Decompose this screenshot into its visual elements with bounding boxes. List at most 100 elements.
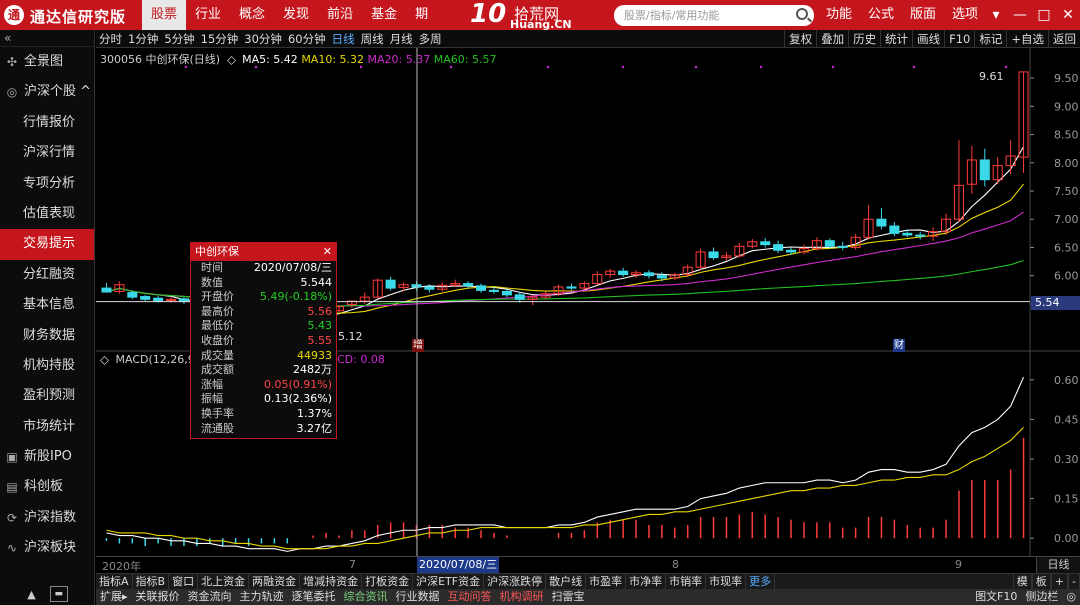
sidebar-item-13[interactable]: ▣ 新股IPO: [0, 442, 94, 472]
right-menu-item-0[interactable]: 功能: [818, 0, 860, 30]
period-label[interactable]: 日线: [1036, 557, 1080, 573]
menu-item-6[interactable]: 期: [406, 0, 437, 30]
chart-tool-7[interactable]: +自选: [1006, 30, 1048, 48]
period-tab-3[interactable]: 15分钟: [198, 30, 242, 48]
event-marker-increase[interactable]: 增: [412, 339, 424, 352]
event-marker-finance[interactable]: 财: [893, 339, 905, 352]
close-window-icon[interactable]: ✕: [1056, 0, 1080, 30]
indicator-right-0[interactable]: 模: [1012, 574, 1032, 589]
sidebar-item-7[interactable]: 分红融资: [0, 260, 94, 290]
period-tab-2[interactable]: 5分钟: [161, 30, 197, 48]
sidebar-item-15[interactable]: ⟳ 沪深指数: [0, 503, 94, 533]
period-tab-7[interactable]: 周线: [358, 30, 387, 48]
right-menu-item-2[interactable]: 版面: [902, 0, 944, 30]
indicator-tab-4[interactable]: 两融资金: [249, 574, 301, 589]
sidebar-item-14[interactable]: ▤ 科创板: [0, 472, 94, 502]
indicator-tab-8[interactable]: 沪深涨跌停: [484, 574, 547, 589]
extension-right-0[interactable]: 图文F10: [971, 589, 1021, 605]
sidebar-item-2[interactable]: 行情报价: [0, 108, 94, 138]
menu-item-0[interactable]: 股票: [142, 0, 187, 30]
sidebar-collapse-button[interactable]: «: [0, 30, 94, 47]
sidebar-item-4[interactable]: 专项分析: [0, 169, 94, 199]
indicator-tab-14[interactable]: 更多: [746, 574, 776, 589]
extension-tab-1[interactable]: 关联报价: [132, 589, 184, 605]
extension-right-2[interactable]: ◎: [1062, 589, 1080, 605]
scroll-up-icon[interactable]: ▲: [27, 588, 35, 601]
indicator-right-2[interactable]: +: [1050, 574, 1069, 589]
indicator-tab-1[interactable]: 指标B: [133, 574, 170, 589]
chart-tool-2[interactable]: 历史: [848, 30, 880, 48]
candle-body: [566, 286, 577, 289]
extension-bar: 扩展▸ 关联报价 资金流向 主力轨迹 逐笔委托 综合资讯 行业数据 互动问答 机构调研 扫雷宝 图…: [96, 589, 1080, 605]
menu-item-1[interactable]: 行业: [186, 0, 230, 30]
extension-right-1[interactable]: 侧边栏: [1021, 589, 1062, 605]
extension-tab-6[interactable]: 行业数据: [392, 589, 444, 605]
sidebar-item-6[interactable]: 交易提示: [0, 229, 94, 260]
chart-tool-5[interactable]: F10: [944, 30, 974, 48]
indicator-tab-2[interactable]: 窗口: [169, 574, 199, 589]
search-input[interactable]: 股票/指标/常用功能: [614, 5, 814, 26]
search-icon[interactable]: [796, 8, 808, 20]
info-row-key: 收盘价: [201, 333, 234, 347]
period-tab-1[interactable]: 1分钟: [125, 30, 161, 48]
period-tab-4[interactable]: 30分钟: [241, 30, 285, 48]
maximize-icon[interactable]: □: [1032, 0, 1056, 30]
sidebar-item-10[interactable]: 机构持股: [0, 351, 94, 381]
sidebar-item-5[interactable]: 估值表现: [0, 199, 94, 229]
indicator-tab-5[interactable]: 增减持资金: [300, 574, 363, 589]
extension-tab-4[interactable]: 逐笔委托: [288, 589, 340, 605]
period-tab-0[interactable]: 分时: [96, 30, 125, 48]
indicator-tab-3[interactable]: 北上资金: [198, 574, 250, 589]
sidebar-item-16[interactable]: ∿ 沪深板块: [0, 533, 94, 563]
chart-tool-6[interactable]: 标记: [974, 30, 1006, 48]
indicator-tab-6[interactable]: 打板资金: [362, 574, 414, 589]
indicator-settings-icon[interactable]: [226, 55, 236, 65]
menu-item-5[interactable]: 基金: [362, 0, 406, 30]
indicator-tab-12[interactable]: 市销率: [666, 574, 707, 589]
sidebar-toggle-button[interactable]: ▬: [49, 586, 68, 602]
indicator-tab-0[interactable]: 指标A: [96, 574, 133, 589]
extension-tab-9[interactable]: 扫雷宝: [548, 589, 589, 605]
menu-item-4[interactable]: 前沿: [318, 0, 362, 30]
indicator-tab-7[interactable]: 沪深ETF资金: [413, 574, 485, 589]
menu-item-3[interactable]: 发现: [274, 0, 318, 30]
right-menu-item-1[interactable]: 公式: [860, 0, 902, 30]
indicator-right-3[interactable]: -: [1068, 574, 1080, 589]
chart-tool-8[interactable]: 返回: [1048, 30, 1080, 48]
close-icon[interactable]: ✕: [323, 243, 332, 261]
extension-tab-2[interactable]: 资金流向: [184, 589, 236, 605]
period-tab-6[interactable]: 日线: [329, 30, 358, 48]
extension-tab-8[interactable]: 机构调研: [496, 589, 548, 605]
period-tab-5[interactable]: 60分钟: [285, 30, 329, 48]
indicator-tab-9[interactable]: 散户线: [546, 574, 587, 589]
ma60-value: MA60: 5.57: [433, 53, 497, 66]
minimize-icon[interactable]: —: [1008, 0, 1032, 30]
indicator-tab-11[interactable]: 市净率: [626, 574, 667, 589]
indicator-tab-right: 模板 + -: [1012, 574, 1080, 589]
sidebar-item-0[interactable]: ✣ 全景图: [0, 47, 94, 77]
extension-tab-7[interactable]: 互动问答: [444, 589, 496, 605]
extension-tab-5[interactable]: 综合资讯: [340, 589, 392, 605]
sidebar-item-11[interactable]: 盈利预测: [0, 381, 94, 411]
chart-tool-4[interactable]: 画线: [912, 30, 944, 48]
chart-tool-0[interactable]: 复权: [784, 30, 816, 48]
chart-tool-3[interactable]: 统计: [880, 30, 912, 48]
sidebar-item-12[interactable]: 市场统计: [0, 412, 94, 442]
sidebar-item-3[interactable]: 沪深行情: [0, 138, 94, 168]
period-tab-8[interactable]: 月线: [387, 30, 416, 48]
indicator-right-1[interactable]: 板: [1031, 574, 1051, 589]
right-menu-item-3[interactable]: 选项: [944, 0, 986, 30]
dropdown-icon[interactable]: ▾: [984, 0, 1008, 30]
sidebar-item-8[interactable]: 基本信息: [0, 290, 94, 320]
indicator-tab-13[interactable]: 市现率: [706, 574, 747, 589]
sidebar-item-9[interactable]: 财务数据: [0, 321, 94, 351]
chart-tool-1[interactable]: 叠加: [816, 30, 848, 48]
extension-tab-0[interactable]: 扩展▸: [96, 589, 132, 605]
period-tab-9[interactable]: 多周: [416, 30, 445, 48]
extension-tab-3[interactable]: 主力轨迹: [236, 589, 288, 605]
macd-settings-icon[interactable]: [100, 355, 109, 365]
menu-item-2[interactable]: 概念: [230, 0, 274, 30]
sidebar-item-1[interactable]: ◎ 沪深个股 ^: [0, 77, 94, 107]
stock-name: 中创环保(日线): [145, 53, 221, 66]
indicator-tab-10[interactable]: 市盈率: [586, 574, 627, 589]
